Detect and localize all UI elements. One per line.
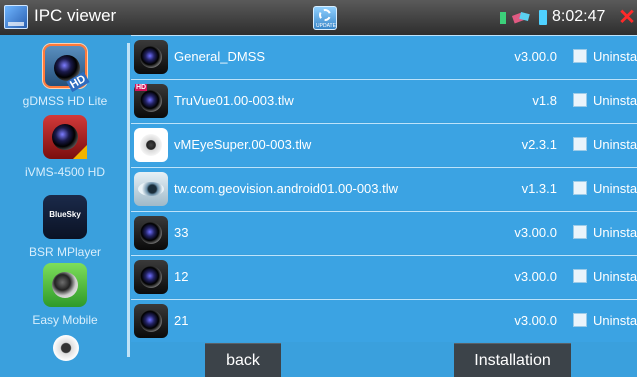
title-bar: IPC viewer UPDATE 8:02:47 ✕ (0, 0, 637, 35)
window-title: IPC viewer (34, 6, 117, 25)
app-version: v3.00.0 (514, 269, 557, 284)
app-version: v3.00.0 (514, 225, 557, 240)
install-status: Uninstalled (593, 269, 637, 284)
installation-button[interactable]: Installation (454, 343, 571, 377)
list-item[interactable]: tw.com.geovision.android01.00-003.tlw v1… (131, 167, 637, 210)
select-checkbox[interactable] (573, 93, 587, 107)
easy-mobile-app-icon (43, 263, 87, 307)
sidebar-item-label: BSR MPlayer (28, 245, 102, 259)
clock: 8:02:47 (552, 8, 606, 25)
list-item[interactable]: General_DMSS v3.00.0 Uninstalled (131, 35, 637, 78)
app-version: v2.3.1 (521, 137, 557, 152)
bluesky-app-icon: BlueSky (43, 195, 87, 239)
ipc-viewer-app-icon (4, 5, 28, 29)
list-item[interactable]: 12 v3.00.0 Uninstalled (131, 255, 637, 298)
app-version: v1.8 (532, 93, 557, 108)
list-item[interactable]: vMEyeSuper.00-003.tlw v2.3.1 Uninstalled (131, 123, 637, 166)
select-checkbox[interactable] (573, 181, 587, 195)
sidebar: HD gDMSS HD Lite iVMS-4500 HD BlueSky BS… (0, 35, 130, 377)
close-button[interactable]: ✕ (617, 7, 637, 28)
geovision-app-icon (134, 172, 168, 206)
app-version: v3.00.0 (514, 49, 557, 64)
dmss-app-icon (134, 260, 168, 294)
bluesky-logo-text: BlueSky (49, 210, 81, 219)
signal-icon (500, 12, 506, 24)
sidebar-item-label: iVMS-4500 HD (24, 165, 106, 179)
install-status: Uninstalled (593, 313, 637, 328)
back-button[interactable]: back (205, 343, 281, 377)
select-checkbox[interactable] (573, 137, 587, 151)
network-icon (513, 11, 530, 24)
battery-icon (539, 10, 547, 25)
webcam-app-icon (43, 333, 87, 377)
update-button[interactable]: UPDATE (313, 6, 337, 30)
sidebar-item-label: gDMSS HD Lite (22, 94, 108, 108)
list-item[interactable]: TruVue01.00-003.tlw v1.8 Uninstalled (131, 79, 637, 122)
install-status: Uninstalled (593, 181, 637, 196)
dmss-app-icon (134, 40, 168, 74)
sidebar-item-label: Easy Mobile (32, 313, 98, 327)
app-name: vMEyeSuper.00-003.tlw (174, 137, 312, 152)
dmss-app-icon (134, 216, 168, 250)
app-name: TruVue01.00-003.tlw (174, 93, 294, 108)
app-name: 33 (174, 225, 189, 240)
update-label: UPDATE (316, 23, 336, 29)
select-checkbox[interactable] (573, 225, 587, 239)
install-status: Uninstalled (593, 93, 637, 108)
gear-icon (319, 9, 331, 21)
app-name: General_DMSS (174, 49, 266, 64)
app-name: 12 (174, 269, 189, 284)
install-status: Uninstalled (593, 225, 637, 240)
dmss-app-icon (134, 304, 168, 338)
app-name: 21 (174, 313, 189, 328)
list-item[interactable]: 21 v3.00.0 Uninstalled (131, 299, 637, 342)
select-checkbox[interactable] (573, 269, 587, 283)
app-version: v3.00.0 (514, 313, 557, 328)
install-status: Uninstalled (593, 137, 637, 152)
ivms-app-icon (43, 115, 87, 159)
vmeye-app-icon (134, 128, 168, 162)
truvue-app-icon (134, 84, 168, 118)
install-status: Uninstalled (593, 49, 637, 64)
gdmss-hd-app-icon: HD (43, 44, 90, 93)
select-checkbox[interactable] (573, 49, 587, 63)
app-list: General_DMSS v3.00.0 Uninstalled TruVue0… (131, 35, 637, 343)
app-name: tw.com.geovision.android01.00-003.tlw (174, 181, 399, 196)
scrollbar[interactable] (127, 43, 130, 357)
select-checkbox[interactable] (573, 313, 587, 327)
list-item[interactable]: 33 v3.00.0 Uninstalled (131, 211, 637, 254)
app-version: v1.3.1 (521, 181, 557, 196)
